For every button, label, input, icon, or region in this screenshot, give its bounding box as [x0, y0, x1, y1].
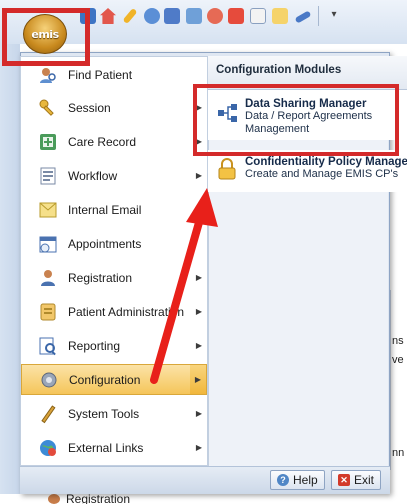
menu-item-label: Care Record [68, 134, 137, 149]
menu-item-label: Session [68, 100, 111, 115]
configuration-icon [37, 368, 61, 392]
submenu-arrow-icon: ▶ [195, 341, 203, 350]
menu-item-label: Configuration [69, 372, 141, 387]
help-button-label: Help [293, 473, 318, 487]
menu-item-label: Registration [68, 270, 133, 285]
module-confidentiality-policy-manager[interactable]: Confidentiality Policy Manager Create an… [208, 150, 407, 192]
menu-item-label: System Tools [68, 406, 140, 421]
submenu-arrow-icon: ▶ [195, 409, 203, 418]
background-text: ns [392, 335, 404, 347]
registration-icon [48, 494, 60, 504]
external-links-icon [36, 436, 60, 460]
user-search-icon[interactable] [144, 8, 160, 24]
menu-item-label: Workflow [68, 168, 118, 183]
grid-icon[interactable] [228, 8, 244, 24]
brush-icon[interactable] [294, 10, 312, 24]
menu-item-system-tools[interactable]: System Tools ▶ [21, 398, 207, 429]
toolbar-separator [318, 6, 319, 26]
folder-icon[interactable] [272, 8, 288, 24]
submenu-arrow-icon: ▶ [195, 443, 203, 452]
menu-item-label: Internal Email [68, 202, 142, 217]
menu-item-patient-administration[interactable]: Patient Administration ▶ [21, 296, 207, 327]
exit-icon: ✕ [338, 474, 350, 486]
home-icon[interactable] [100, 8, 116, 24]
menu-item-label: Patient Administration [68, 304, 185, 319]
note-icon[interactable] [250, 8, 266, 24]
key-icon [36, 96, 60, 120]
submenu-arrow-icon: ▶ [195, 307, 203, 316]
registration-icon [36, 266, 60, 290]
care-record-icon [36, 130, 60, 154]
highlight-box-orb [2, 8, 90, 66]
background-content-strip [390, 290, 407, 470]
people-icon[interactable] [207, 8, 223, 24]
menu-item-label: Reporting [68, 338, 121, 353]
menu-item-label: Appointments [68, 236, 142, 251]
document-icon[interactable] [164, 8, 180, 24]
customize-toolbar-dropdown[interactable]: ▾ [327, 6, 341, 24]
email-icon [36, 198, 60, 222]
help-button[interactable]: ? Help [270, 470, 325, 490]
exit-button-label: Exit [354, 473, 375, 487]
menu-item-configuration[interactable]: Configuration ▶ [21, 364, 207, 395]
find-patient-icon [36, 63, 60, 87]
submenu-arrow-icon: ▶ [195, 171, 203, 180]
padlock-icon [217, 158, 239, 180]
submenu-arrow-icon: ▶ [195, 273, 203, 282]
patient-admin-icon [36, 300, 60, 324]
background-text: ve [392, 354, 404, 366]
exit-button[interactable]: ✕ Exit [331, 470, 382, 490]
help-icon: ? [277, 474, 289, 486]
submenu-arrow-icon: ▶ [190, 365, 206, 394]
menu-item-care-record[interactable]: Care Record ▶ [21, 126, 207, 157]
menu-item-registration[interactable]: Registration ▶ [21, 262, 207, 293]
menu-item-reporting[interactable]: Reporting ▶ [21, 330, 207, 361]
menu-item-appointments[interactable]: Appointments [21, 228, 207, 259]
menu-item-workflow[interactable]: Workflow ▶ [21, 160, 207, 191]
module-description: Create and Manage EMIS CP's [245, 168, 399, 180]
highlight-box-data-sharing [193, 84, 399, 156]
menu-item-session[interactable]: Session ▶ [21, 92, 207, 123]
calendar-icon[interactable] [186, 8, 202, 24]
reporting-icon [36, 334, 60, 358]
menu-item-label: Find Patient [68, 67, 133, 82]
module-title: Confidentiality Policy Manager [245, 156, 407, 168]
menu-item-label: External Links [68, 440, 144, 455]
workflow-icon [36, 164, 60, 188]
menu-item-internal-email[interactable]: Internal Email [21, 194, 207, 225]
window-left-edge [0, 44, 20, 504]
menu-item-external-links[interactable]: External Links ▶ [21, 432, 207, 463]
background-text: nn [392, 447, 405, 459]
system-tools-icon [36, 402, 60, 426]
appointments-icon [36, 232, 60, 256]
pencil-icon[interactable] [122, 7, 138, 25]
